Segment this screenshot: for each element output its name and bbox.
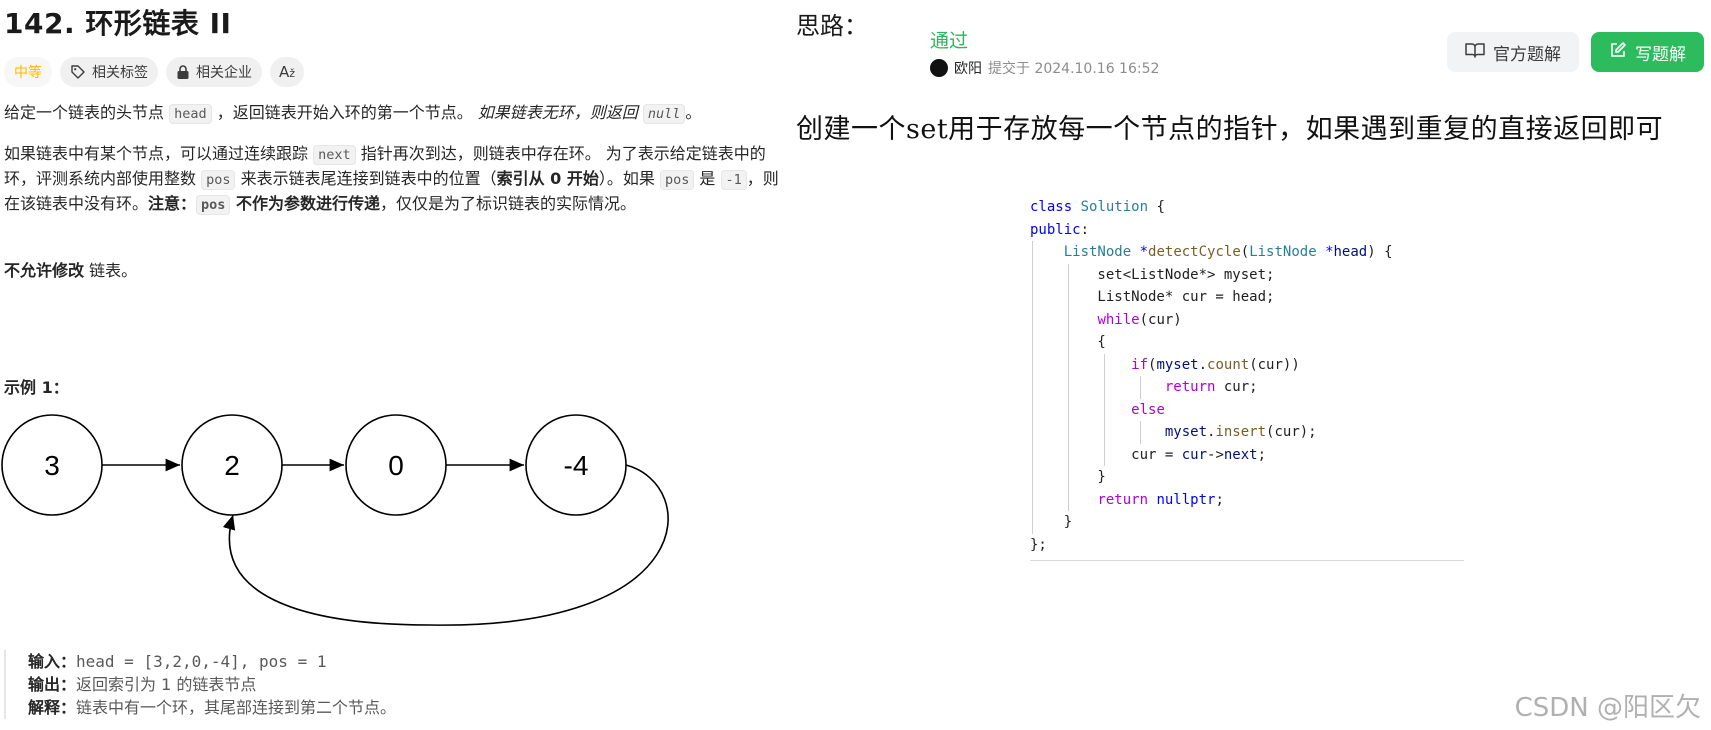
tag-icon xyxy=(70,64,86,80)
write-solution-label: 写题解 xyxy=(1635,44,1686,65)
code-line: return nullptr; xyxy=(1030,488,1464,511)
tag-bar: 中等 相关标签 相关企业 Až xyxy=(4,57,305,87)
watermark: CSDN @阳区欠 xyxy=(1514,693,1701,723)
code-line: myset.insert(cur); xyxy=(1030,421,1464,444)
code-head: head xyxy=(169,104,212,124)
code-minus-one: -1 xyxy=(720,170,747,190)
related-tags-label: 相关标签 xyxy=(92,65,148,81)
node-label: 2 xyxy=(224,450,240,481)
description-paragraph-1: 给定一个链表的头节点 head ，返回链表开始入环的第一个节点。 如果链表无环，… xyxy=(4,103,702,124)
description-paragraph-3: 不允许修改 链表。 xyxy=(4,261,138,280)
edit-icon xyxy=(1609,41,1627,64)
code-pos: pos xyxy=(196,195,231,215)
submitted-time: 提交于 2024.10.16 16:52 xyxy=(988,61,1160,77)
code-line: ListNode *detectCycle(ListNode *head) { xyxy=(1030,241,1464,264)
submission-status[interactable]: 通过 xyxy=(930,26,968,53)
code-line: else xyxy=(1030,398,1464,421)
translate-icon: Až xyxy=(279,63,296,81)
description-paragraph-2: 如果链表中有某个节点，可以通过连续跟踪 next 指针再次到达，则链表中存在环。… xyxy=(4,144,779,215)
official-solution-label: 官方题解 xyxy=(1493,44,1561,65)
code-line: set<ListNode*> myset; xyxy=(1030,263,1464,286)
example-explain-row: 解释：链表中有一个环，其尾部连接到第二个节点。 xyxy=(28,698,397,717)
solution-headline: 创建一个set用于存放每一个节点的指针，如果遇到重复的直接返回即可 xyxy=(796,114,1664,145)
example-input-row: 输入：head = [3,2,0,-4], pos = 1 xyxy=(28,652,327,671)
code-line: if(myset.count(cur)) xyxy=(1030,353,1464,376)
related-tags-button[interactable]: 相关标签 xyxy=(60,57,158,87)
code-line: return cur; xyxy=(1030,376,1464,399)
list-node: 3 xyxy=(1,414,103,516)
code-line: }; xyxy=(1030,536,1047,553)
node-label: 3 xyxy=(44,450,60,481)
list-node: 0 xyxy=(345,414,447,516)
related-companies-label: 相关企业 xyxy=(196,65,252,81)
code-line: { xyxy=(1030,331,1464,354)
list-node: 2 xyxy=(181,414,283,516)
code-line: class Solution { xyxy=(1030,199,1165,215)
code-next: next xyxy=(313,145,356,165)
code-line: cur = cur->next; xyxy=(1030,443,1464,466)
node-label: -4 xyxy=(564,450,589,481)
code-line: public: xyxy=(1030,221,1090,238)
code-line: } xyxy=(1030,466,1464,489)
example-output-row: 输出：返回索引为 1 的链表节点 xyxy=(28,675,257,694)
lock-icon xyxy=(176,64,190,80)
node-label: 0 xyxy=(388,450,404,481)
official-solution-button[interactable]: 官方题解 xyxy=(1447,32,1579,72)
code-block: class Solution { public: ListNode *detec… xyxy=(1030,196,1464,561)
write-solution-button[interactable]: 写题解 xyxy=(1591,32,1704,72)
difficulty-badge[interactable]: 中等 xyxy=(4,57,52,87)
related-companies-button[interactable]: 相关企业 xyxy=(166,57,262,87)
code-line: } xyxy=(1030,511,1464,534)
thought-heading: 思路： xyxy=(796,12,868,40)
code-null: null xyxy=(642,104,686,124)
book-icon xyxy=(1465,42,1485,63)
code-pos: pos xyxy=(659,170,695,190)
submitter-name[interactable]: 欧阳 xyxy=(954,58,982,78)
problem-title: 142. 环形链表 II xyxy=(4,7,232,40)
linked-list-diagram: 3 2 0 -4 xyxy=(1,414,669,626)
code-pos: pos xyxy=(201,170,236,190)
example-title: 示例 1： xyxy=(4,378,69,397)
avatar[interactable] xyxy=(930,59,948,77)
list-node: -4 xyxy=(525,414,627,516)
code-line: ListNode* cur = head; xyxy=(1030,286,1464,309)
translate-button[interactable]: Až xyxy=(270,57,305,87)
code-line: while(cur) xyxy=(1030,308,1464,331)
difficulty-label: 中等 xyxy=(14,65,42,81)
submission-meta: 欧阳 提交于 2024.10.16 16:52 xyxy=(930,58,1159,78)
example-io-block: 输入：head = [3,2,0,-4], pos = 1 输出：返回索引为 1… xyxy=(4,650,396,719)
